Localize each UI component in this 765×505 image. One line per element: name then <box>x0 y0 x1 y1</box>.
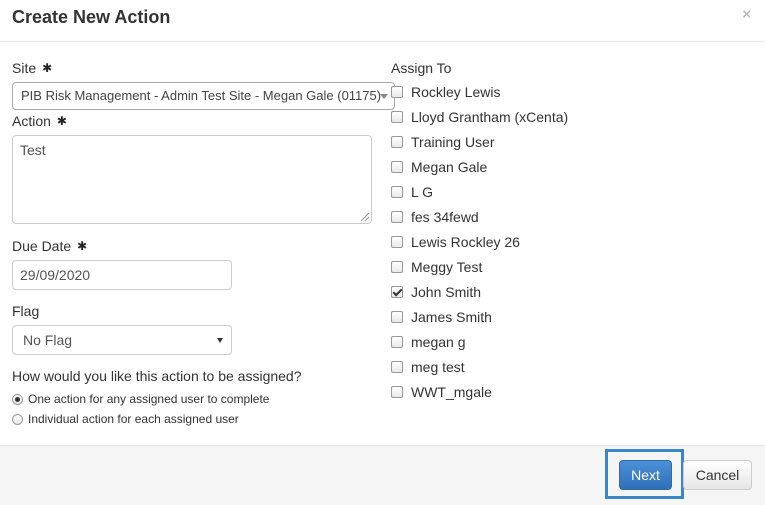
user-name: James Smith <box>411 309 492 325</box>
assign-user-item[interactable]: meg test <box>391 358 465 376</box>
user-checkbox[interactable] <box>391 236 403 248</box>
radio-option-one-action[interactable]: One action for any assigned user to comp… <box>12 390 269 408</box>
user-checkbox[interactable] <box>391 311 403 323</box>
user-checkbox-checked[interactable] <box>391 286 403 298</box>
flag-select-value: No Flag <box>23 332 73 348</box>
user-name: Training User <box>411 134 495 150</box>
close-icon[interactable]: × <box>742 6 751 24</box>
assign-user-item[interactable]: Training User <box>391 133 495 151</box>
user-checkbox[interactable] <box>391 361 403 373</box>
required-icon: ✱ <box>77 239 88 253</box>
radio-label: One action for any assigned user to comp… <box>28 392 270 406</box>
cancel-button[interactable]: Cancel <box>683 460 752 490</box>
assign-user-item[interactable]: Meggy Test <box>391 258 482 276</box>
required-icon: ✱ <box>56 114 67 128</box>
user-checkbox[interactable] <box>391 161 403 173</box>
due-date-label: Due Date ✱ <box>12 237 87 255</box>
user-name: fes 34fewd <box>411 209 479 225</box>
user-name: John Smith <box>411 284 482 300</box>
user-checkbox[interactable] <box>391 336 403 348</box>
site-label-text: Site <box>12 60 37 76</box>
assign-user-item[interactable]: Lewis Rockley 26 <box>391 233 520 251</box>
modal-header: Create New Action × <box>0 0 765 42</box>
user-checkbox[interactable] <box>391 111 403 123</box>
user-checkbox[interactable] <box>391 186 403 198</box>
assign-user-item[interactable]: Megan Gale <box>391 158 487 176</box>
site-select-value: PIB Risk Management - Admin Test Site - … <box>21 88 382 103</box>
action-textarea[interactable]: Test <box>12 135 372 224</box>
radio-option-individual-action[interactable]: Individual action for each assigned user <box>12 410 239 428</box>
flag-label: Flag <box>12 303 40 319</box>
radio-button[interactable] <box>12 413 23 425</box>
resize-grip-icon[interactable] <box>361 213 369 221</box>
assign-user-item[interactable]: Lloyd Grantham (xCenta) <box>391 108 568 126</box>
due-date-label-text: Due Date <box>12 238 72 254</box>
modal-title: Create New Action <box>12 7 171 27</box>
user-checkbox[interactable] <box>391 211 403 223</box>
user-name: meg test <box>411 359 465 375</box>
due-date-input[interactable]: 29/09/2020 <box>12 260 232 290</box>
create-action-modal: Create New Action × Site ✱ PIB Risk Manag… <box>0 0 765 505</box>
user-name: L G <box>411 184 434 200</box>
user-name: Lewis Rockley 26 <box>411 234 520 250</box>
assign-user-item[interactable]: James Smith <box>391 308 492 326</box>
user-checkbox[interactable] <box>391 386 403 398</box>
action-label-text: Action <box>12 113 51 129</box>
required-icon: ✱ <box>42 61 53 75</box>
user-name: Megan Gale <box>411 159 488 175</box>
user-name: WWT_mgale <box>411 384 492 400</box>
assign-question: How would you like this action to be ass… <box>12 368 302 384</box>
next-button[interactable]: Next <box>619 460 672 490</box>
site-label: Site ✱ <box>12 59 52 77</box>
user-name: Lloyd Grantham (xCenta) <box>411 109 569 125</box>
user-name: Rockley Lewis <box>411 84 501 100</box>
user-checkbox[interactable] <box>391 86 403 98</box>
assign-user-item[interactable]: WWT_mgale <box>391 383 492 401</box>
chevron-down-icon <box>217 338 223 343</box>
flag-select[interactable]: No Flag <box>12 325 232 355</box>
chevron-down-icon <box>380 94 388 99</box>
user-name: megan g <box>411 334 466 350</box>
assign-user-item[interactable]: Rockley Lewis <box>391 83 500 101</box>
assign-to-label: Assign To <box>391 60 452 76</box>
assign-user-item[interactable]: megan g <box>391 333 465 351</box>
user-name: Meggy Test <box>411 259 483 275</box>
action-textarea-value: Test <box>20 142 46 158</box>
user-checkbox[interactable] <box>391 261 403 273</box>
action-label: Action ✱ <box>12 112 67 130</box>
assign-user-item[interactable]: John Smith <box>391 283 481 301</box>
site-select[interactable]: PIB Risk Management - Admin Test Site - … <box>12 82 395 110</box>
assign-user-item[interactable]: fes 34fewd <box>391 208 479 226</box>
assign-user-item[interactable]: L G <box>391 183 433 201</box>
radio-button[interactable] <box>12 393 23 405</box>
user-checkbox[interactable] <box>391 136 403 148</box>
radio-label: Individual action for each assigned user <box>28 412 239 426</box>
